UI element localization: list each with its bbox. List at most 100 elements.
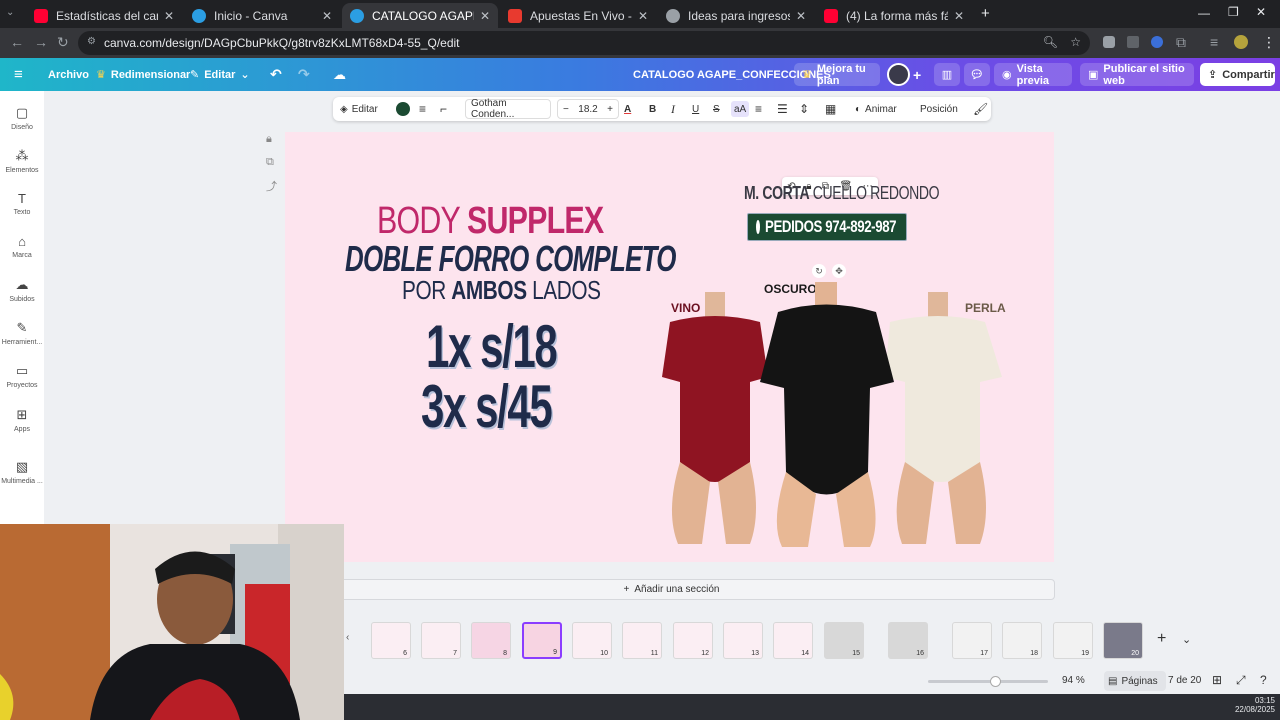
posicion-button[interactable]: Posición (920, 97, 958, 121)
lock-page-icon[interactable]: 🔒︎ (266, 133, 272, 146)
vista-previa-button[interactable]: ◉ Vista previa (994, 63, 1072, 87)
tab-catalogo[interactable]: CATALOGO AGAPE_CONFECCIONES ✕ (342, 3, 498, 28)
site-info-icon[interactable]: ⚙ (87, 36, 96, 47)
title-ambos-lados[interactable]: POR AMBOS LADOS (402, 275, 601, 306)
tab-canva-home[interactable]: Inicio - Canva ✕ (184, 3, 340, 28)
animar-button[interactable]: ◐ Animar (855, 97, 897, 121)
rotate-handle-icon[interactable]: ↻ (812, 264, 826, 278)
transparency-icon[interactable]: ▦ (825, 97, 836, 121)
add-page-button[interactable]: + (1157, 630, 1166, 648)
redimensionar-button[interactable]: ♛ Redimensionar (96, 58, 190, 91)
main-menu-icon[interactable]: ≡ (14, 58, 23, 91)
paginas-button[interactable]: ▤ Páginas (1104, 671, 1166, 691)
help-icon[interactable]: ? (1260, 673, 1267, 687)
page-thumbnail[interactable]: 15 (824, 622, 864, 659)
new-tab-button[interactable]: + (981, 5, 990, 22)
bookmark-star-icon[interactable]: ☆ (1070, 35, 1081, 49)
reading-list-icon[interactable]: ≡ (1210, 34, 1218, 50)
extension-ad-icon[interactable] (1127, 36, 1139, 48)
pedidos-button-element[interactable]: PEDIDOS 974-892-987 (747, 213, 907, 241)
italic-button[interactable]: I (671, 97, 675, 121)
zoom-icon[interactable]: 🔍︎ (1043, 35, 1058, 49)
compartir-button[interactable]: ⇪ Compartir (1200, 63, 1275, 86)
tab-search-icon[interactable]: ⌄ (6, 7, 14, 18)
list-icon[interactable]: ☰ (777, 97, 788, 121)
spacing-icon[interactable]: ⇕ (799, 97, 809, 121)
page-thumbnail[interactable]: 8 (471, 622, 511, 659)
browser-menu-icon[interactable]: ⋮ (1262, 34, 1276, 51)
sidebar-item-diseno[interactable]: ▢ Diseño (0, 105, 44, 131)
user-avatar[interactable] (887, 63, 910, 86)
page-thumbnail[interactable]: 6 (371, 622, 411, 659)
window-close-button[interactable]: ✕ (1256, 5, 1266, 19)
page-thumbnail[interactable]: 20 (1103, 622, 1143, 659)
text-color-icon[interactable]: A (624, 97, 631, 121)
close-icon[interactable]: ✕ (796, 9, 806, 23)
sidebar-item-subidos[interactable]: ☁ Subidos (0, 277, 44, 303)
sidebar-item-apps[interactable]: ⊞ Apps (0, 407, 44, 433)
cloud-save-icon[interactable]: ☁ (333, 58, 346, 91)
design-page[interactable]: BODY SUPPLEX DOBLE FORRO COMPLETO POR AM… (285, 132, 1054, 562)
sidebar-item-texto[interactable]: T Texto (0, 191, 44, 216)
page-thumbnail[interactable]: 10 (572, 622, 612, 659)
thumbs-scroll-left-icon[interactable]: ‹ (346, 632, 349, 643)
page-thumbnail[interactable]: 19 (1053, 622, 1093, 659)
tab-youtube-video[interactable]: (4) La forma más fácil de ganar ✕ (816, 3, 972, 28)
extension-blue-icon[interactable] (1151, 36, 1163, 48)
page-thumbnail[interactable]: 12 (673, 622, 713, 659)
grid-view-icon[interactable]: ⊞ (1212, 673, 1222, 687)
page-thumbnail[interactable]: 18 (1002, 622, 1042, 659)
letter-case-button[interactable]: aA (731, 101, 750, 117)
add-section-button[interactable]: + Añadir una sección (288, 579, 1055, 600)
publicar-button[interactable]: ▣ Publicar el sitio web (1080, 63, 1194, 87)
back-icon[interactable]: ← (10, 34, 24, 50)
tab-youtube-stats[interactable]: Estadísticas del canal - YouTube ✕ (26, 3, 182, 28)
font-family-select[interactable]: Gotham Conden... (465, 98, 551, 120)
redo-button[interactable]: ↷ (298, 58, 310, 91)
reload-icon[interactable]: ↻ (57, 34, 69, 51)
text-manga-cuello[interactable]: M. CORTA CUELLO REDONDO (744, 183, 940, 204)
price-three[interactable]: 3x s/45 (421, 372, 553, 441)
share-page-icon[interactable]: ⤴ (266, 178, 277, 194)
insights-chart-icon[interactable]: ▥ (934, 63, 960, 86)
restore-button[interactable]: ❐ (1228, 5, 1239, 19)
url-field[interactable]: ⚙ canva.com/design/DAGpCbuPkkQ/g8trv8zKx… (78, 31, 1090, 55)
fullscreen-icon[interactable]: ⤢ (1236, 673, 1246, 688)
font-size-stepper[interactable]: − 18.2 + (557, 99, 619, 119)
forward-icon[interactable]: → (34, 34, 48, 50)
increase-size-button[interactable]: + (607, 104, 613, 115)
undo-button[interactable]: ↶ (270, 58, 282, 91)
bold-button[interactable]: B (649, 97, 656, 121)
page-thumbnail-current[interactable]: 9 (522, 622, 562, 659)
align-center-icon[interactable]: ≡ (755, 97, 762, 121)
zoom-level[interactable]: 94 % (1062, 675, 1085, 686)
zoom-slider-handle[interactable] (990, 676, 1001, 687)
decrease-size-button[interactable]: − (563, 104, 569, 115)
page-thumbnail[interactable]: 16 (888, 622, 928, 659)
close-icon[interactable]: ✕ (954, 9, 964, 23)
sidebar-item-marca[interactable]: ⌂ Marca (0, 234, 44, 259)
strikethrough-button[interactable]: S (713, 97, 720, 121)
archivo-menu[interactable]: Archivo (48, 58, 89, 91)
sidebar-item-proyectos[interactable]: ▭ Proyectos (0, 363, 44, 389)
chevron-down-icon[interactable]: ⌄ (1182, 633, 1191, 646)
taskbar-clock[interactable]: 03:15 22/08/2025 (1231, 696, 1275, 714)
color-swatch[interactable] (396, 97, 410, 121)
corner-curve-icon[interactable]: ⌐ (440, 97, 447, 121)
underline-button[interactable]: U (692, 97, 699, 121)
page-thumbnail[interactable]: 13 (723, 622, 763, 659)
sidebar-item-multimedia[interactable]: ▧ Multimedia ... (0, 459, 44, 485)
copy-style-icon[interactable]: 🖌︎ (973, 97, 988, 121)
profile-avatar-icon[interactable] (1234, 35, 1248, 49)
duplicate-page-icon[interactable]: ⧉ (266, 156, 274, 169)
extensions-puzzle-icon[interactable]: ⧉ (1176, 34, 1186, 51)
close-icon[interactable]: ✕ (164, 9, 174, 23)
border-style-icon[interactable]: ≡ (419, 97, 426, 121)
price-one[interactable]: 1x s/18 (426, 312, 558, 381)
page-thumbnail[interactable]: 11 (622, 622, 662, 659)
title-body-supplex[interactable]: BODY SUPPLEX (377, 200, 604, 243)
bodysuit-product-image[interactable] (650, 282, 1020, 552)
close-icon[interactable]: ✕ (638, 9, 648, 23)
close-icon[interactable]: ✕ (480, 9, 490, 23)
sidebar-item-herramientas[interactable]: ✎ Herramient... (0, 320, 44, 346)
